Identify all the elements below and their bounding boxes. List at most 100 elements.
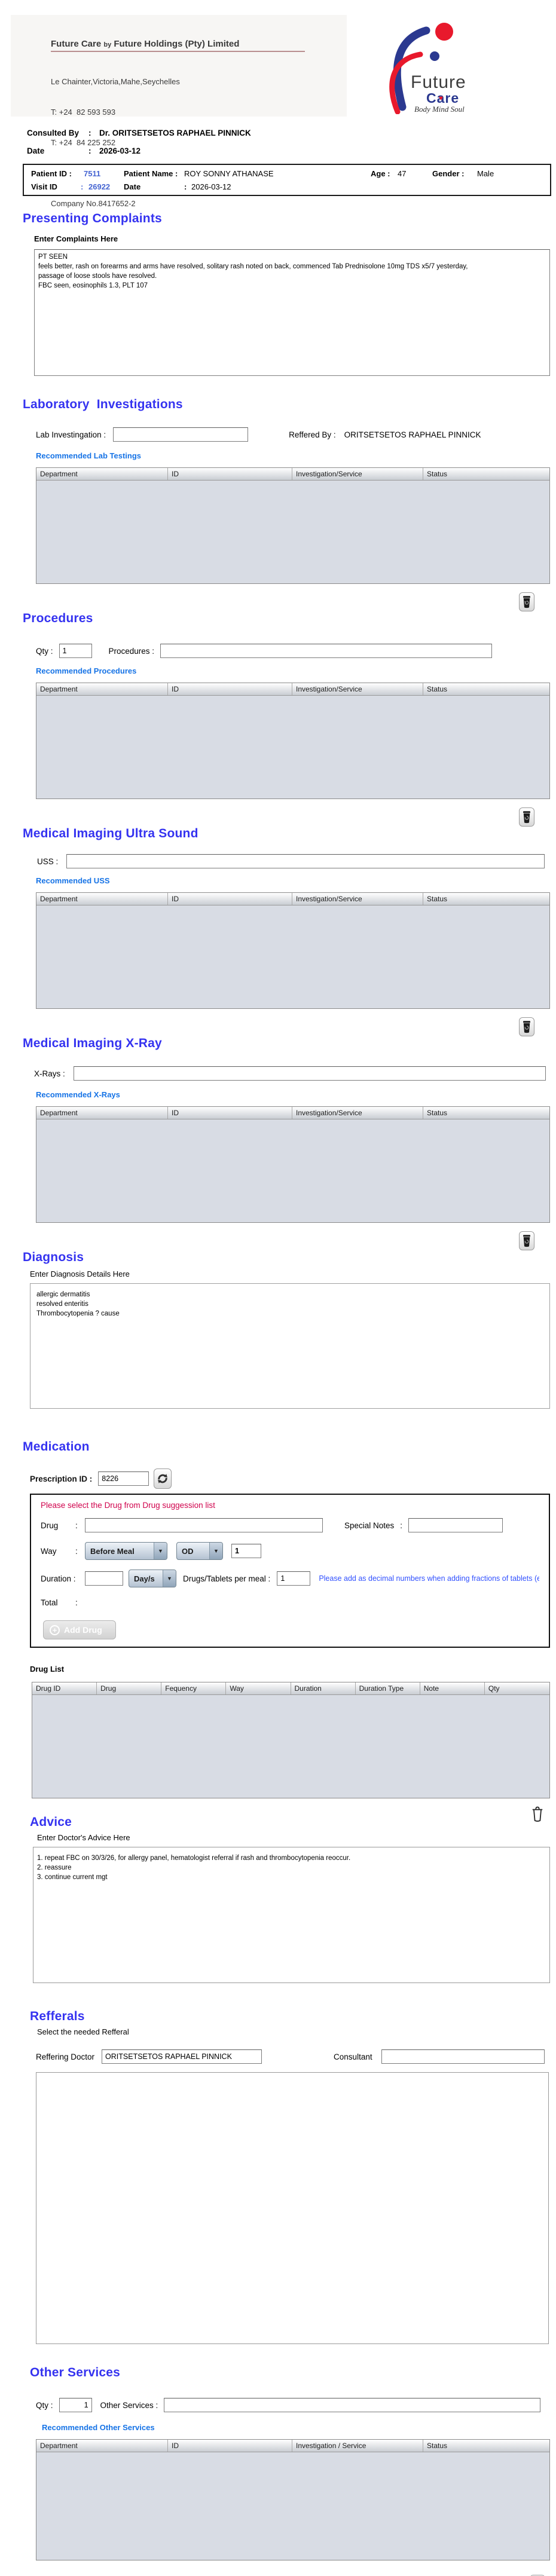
drug-input[interactable]	[85, 1518, 323, 1532]
procedures-qty-label: Qty :	[36, 647, 53, 656]
refresh-icon	[157, 1473, 169, 1485]
patient-name-label: Patient Name :	[124, 169, 178, 178]
medication-heading: Medication	[23, 1440, 556, 1454]
delete-procedures-selection-button[interactable]	[519, 807, 534, 827]
column-header-status: Status	[423, 683, 549, 695]
total-label: Total	[41, 1598, 75, 1607]
delete-drug-button[interactable]	[530, 1804, 545, 1824]
frequency-select[interactable]: OD ▼	[176, 1542, 223, 1560]
xray-table-header: Department ID Investigation/Service Stat…	[36, 1107, 549, 1119]
delete-lab-selection-button[interactable]	[519, 592, 534, 611]
advice-heading: Advice	[30, 1815, 556, 1829]
clinic-title-main: Future Care	[51, 39, 103, 49]
procedures-qty-input[interactable]	[59, 644, 92, 658]
column-header-department: Department	[36, 683, 168, 695]
procedures-table-body	[36, 696, 549, 799]
diagnosis-heading: Diagnosis	[23, 1250, 556, 1265]
clinic-phone-1: T: +24 82 593 593	[51, 107, 305, 117]
delete-uss-selection-button[interactable]	[519, 1017, 534, 1036]
refresh-prescription-button[interactable]	[154, 1468, 172, 1489]
special-notes-label: Special Notes	[344, 1521, 394, 1530]
refferal-list-box	[36, 2072, 549, 2344]
uss-table: Department ID Investigation/Service Stat…	[36, 892, 550, 1009]
referred-by-value: ORITSETSETOS RAPHAEL PINNICK	[344, 430, 481, 439]
plus-icon: +	[50, 1625, 60, 1635]
column-header-note: Note	[420, 1682, 485, 1694]
other-qty-label: Qty :	[36, 2401, 53, 2410]
xray-delete-row	[0, 1231, 556, 1250]
duration-type-select[interactable]: Day/s ▼	[129, 1570, 176, 1587]
column-header-investigation: Investigation / Service	[292, 2440, 423, 2452]
recommended-other-services-label: Recommended Other Services	[42, 2423, 556, 2432]
way-select[interactable]: Before Meal ▼	[85, 1542, 167, 1560]
patient-gender-value: Male	[477, 169, 494, 178]
recommended-procedures-label: Recommended Procedures	[36, 666, 556, 675]
xray-input[interactable]	[74, 1066, 546, 1081]
column-header-department: Department	[36, 468, 168, 480]
procedures-heading: Procedures	[23, 611, 556, 626]
complaints-textarea[interactable]: PT SEEN feels better, rash on forearms a…	[34, 249, 550, 376]
add-drug-button[interactable]: + Add Drug	[43, 1620, 116, 1639]
frequency-select-value: OD	[177, 1547, 209, 1556]
lab-investigation-input[interactable]	[113, 427, 248, 442]
column-header-status: Status	[423, 2440, 549, 2452]
lab-delete-row	[0, 592, 556, 611]
logo-tagline: Body Mind Soul	[414, 105, 465, 114]
duration-label: Duration :	[41, 1574, 85, 1583]
way-colon: :	[75, 1547, 85, 1556]
per-meal-input[interactable]	[277, 1571, 310, 1586]
duration-type-value: Day/s	[129, 1574, 163, 1583]
prescription-id-input[interactable]	[98, 1471, 149, 1486]
drug-colon: :	[75, 1521, 85, 1530]
patient-id-value: 7511	[84, 169, 100, 178]
column-header-drug: Drug	[97, 1682, 161, 1694]
patient-id-label: Patient ID :	[31, 169, 72, 178]
medication-entry-box: Please select the Drug from Drug suggess…	[30, 1494, 550, 1648]
lab-field-row: Lab Investingation : Reffered By : ORITS…	[36, 427, 556, 442]
other-services-table: Department ID Investigation / Service St…	[36, 2439, 550, 2560]
lab-investigation-label: Lab Investingation :	[36, 430, 106, 439]
consultant-input[interactable]	[381, 2049, 545, 2064]
column-header-department: Department	[36, 893, 168, 905]
other-services-input[interactable]	[164, 2398, 540, 2412]
recommended-lab-testings-label: Recommended Lab Testings	[36, 451, 556, 460]
uss-table-header: Department ID Investigation/Service Stat…	[36, 893, 549, 905]
drug-suggestion-warning: Please select the Drug from Drug suggess…	[41, 1501, 539, 1510]
uss-input[interactable]	[66, 854, 545, 868]
drug-list-label: Drug List	[30, 1665, 556, 1674]
recommended-xrays-label: Recommended X-Rays	[36, 1090, 556, 1099]
way-qty-input[interactable]	[231, 1544, 261, 1558]
prescription-row: Prescription ID :	[30, 1468, 556, 1489]
total-row: Total :	[41, 1598, 539, 1607]
clinic-title-by: by	[103, 41, 111, 48]
delete-xray-selection-button[interactable]	[519, 1231, 534, 1250]
procedures-input[interactable]	[160, 644, 492, 658]
drug-row: Drug : Special Notes :	[41, 1518, 539, 1532]
referred-by-label: Reffered By :	[289, 430, 336, 439]
way-row: Way : Before Meal ▼ OD ▼	[41, 1542, 539, 1560]
chevron-down-icon: ▼	[163, 1570, 176, 1587]
uss-table-body	[36, 905, 549, 1008]
uss-field-row: USS :	[37, 854, 556, 868]
prescription-id-label: Prescription ID :	[30, 1474, 92, 1483]
procedures-label: Procedures :	[109, 647, 155, 656]
clinic-info: Future Care by Future Holdings (Pty) Lim…	[51, 39, 305, 229]
visit-id-colon: :	[81, 182, 83, 191]
chevron-down-icon: ▼	[209, 1543, 222, 1559]
column-header-status: Status	[423, 1107, 549, 1119]
patient-info-box: Patient ID : 7511 Patient Name : ROY SON…	[23, 164, 551, 196]
advice-label: Enter Doctor's Advice Here	[37, 1833, 556, 1842]
duration-input[interactable]	[85, 1571, 123, 1586]
advice-textarea[interactable]: 1. repeat FBC on 30/3/26, for allergy pa…	[33, 1847, 550, 1983]
special-notes-input[interactable]	[408, 1518, 503, 1532]
diagnosis-textarea[interactable]: allergic dermatitis resolved enteritis T…	[30, 1283, 550, 1409]
reffering-doctor-input[interactable]	[102, 2049, 262, 2064]
other-table-body	[36, 2452, 549, 2560]
way-select-value: Before Meal	[85, 1547, 154, 1556]
column-header-status: Status	[423, 468, 549, 480]
column-header-investigation: Investigation/Service	[292, 683, 423, 695]
consultant-label: Consultant	[334, 2052, 372, 2061]
visit-id-value: 26922	[88, 182, 110, 191]
other-qty-input[interactable]	[59, 2398, 92, 2412]
visit-date-label: Date	[124, 182, 140, 191]
